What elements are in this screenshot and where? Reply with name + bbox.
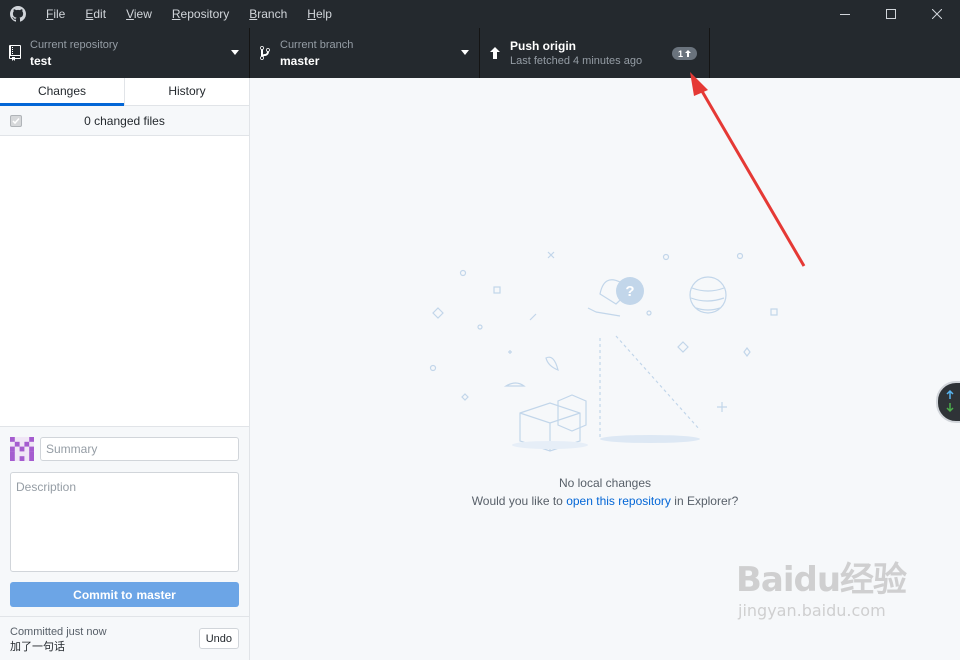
ahead-count: 1 xyxy=(677,48,683,59)
maximize-icon xyxy=(886,9,896,19)
repo-name: test xyxy=(30,53,52,68)
branch-icon xyxy=(250,45,280,61)
changed-files-header: 0 changed files xyxy=(0,106,249,136)
window-controls xyxy=(822,0,960,28)
ahead-count-badge: 1 xyxy=(671,47,697,60)
tab-history[interactable]: History xyxy=(124,78,249,105)
menu-repository[interactable]: Repository xyxy=(162,0,239,28)
repo-label: Current repository xyxy=(30,38,119,51)
undo-commit-area: Committed just now 加了一句话 Undo xyxy=(0,616,249,660)
last-fetched-text: Last fetched 4 minutes ago xyxy=(510,54,643,67)
close-icon xyxy=(932,9,942,19)
close-button[interactable] xyxy=(914,0,960,28)
changed-files-count: 0 changed files xyxy=(84,113,165,128)
svg-text:?: ? xyxy=(625,283,634,300)
github-logo-icon xyxy=(0,0,36,28)
tab-changes[interactable]: Changes xyxy=(0,78,124,106)
watermark-brand: Baidu经验 xyxy=(736,560,907,600)
up-down-arrows-icon xyxy=(946,389,954,413)
commit-button[interactable]: Commit to master xyxy=(10,582,239,607)
branch-name: master xyxy=(280,53,320,68)
blank-slate-title: No local changes xyxy=(558,476,652,490)
commit-button-branch: master xyxy=(136,587,176,602)
menu-help[interactable]: Help xyxy=(297,0,342,28)
floating-network-widget[interactable] xyxy=(936,381,960,423)
current-repository-dropdown[interactable]: Current repository test xyxy=(0,28,250,78)
blank-slate-subtitle: Would you like to open this repository i… xyxy=(250,494,960,508)
branch-label: Current branch xyxy=(280,38,354,51)
push-label: Push origin xyxy=(510,38,576,53)
arrow-up-icon xyxy=(480,47,510,59)
watermark-url: jingyan.baidu.com xyxy=(738,601,886,620)
chevron-down-icon xyxy=(461,50,469,55)
maximize-button[interactable] xyxy=(868,0,914,28)
select-all-checkbox[interactable] xyxy=(10,115,22,127)
menu-bar: File Edit View Repository Branch Help xyxy=(36,0,342,28)
chevron-down-icon xyxy=(231,50,239,55)
blank-slate-illustration: ? xyxy=(429,251,778,452)
subtitle-suffix: in Explorer? xyxy=(674,494,739,508)
commit-message-area: Commit to master xyxy=(0,426,249,616)
menu-view[interactable]: View xyxy=(116,0,162,28)
summary-input[interactable] xyxy=(40,437,239,461)
commit-button-prefix: Commit to xyxy=(73,587,133,602)
menu-edit[interactable]: Edit xyxy=(75,0,116,28)
open-repository-link[interactable]: open this repository xyxy=(566,494,671,508)
push-origin-button[interactable]: Push origin Last fetched 4 minutes ago 1 xyxy=(480,28,710,78)
subtitle-prefix: Would you like to xyxy=(471,494,563,508)
toolbar: Current repository test Current branch m… xyxy=(0,28,960,78)
sidebar-tabs: Changes History xyxy=(0,78,249,106)
description-input[interactable] xyxy=(10,472,239,572)
check-icon xyxy=(12,118,20,125)
arrow-up-small-icon xyxy=(685,50,691,57)
minimize-icon xyxy=(840,14,850,15)
undo-status-text: Committed just now xyxy=(10,626,107,638)
menu-branch[interactable]: Branch xyxy=(239,0,297,28)
current-branch-dropdown[interactable]: Current branch master xyxy=(250,28,480,78)
watermark: Baidu经验 jingyan.baidu.com xyxy=(736,560,907,622)
undo-button[interactable]: Undo xyxy=(198,628,239,649)
menu-file[interactable]: File xyxy=(36,0,75,28)
repo-icon xyxy=(0,45,30,61)
sidebar: Changes History 0 changed files Commit t… xyxy=(0,78,250,660)
title-bar: File Edit View Repository Branch Help xyxy=(0,0,960,28)
last-commit-message: 加了一句话 xyxy=(10,640,65,653)
avatar xyxy=(10,437,34,461)
minimize-button[interactable] xyxy=(822,0,868,28)
